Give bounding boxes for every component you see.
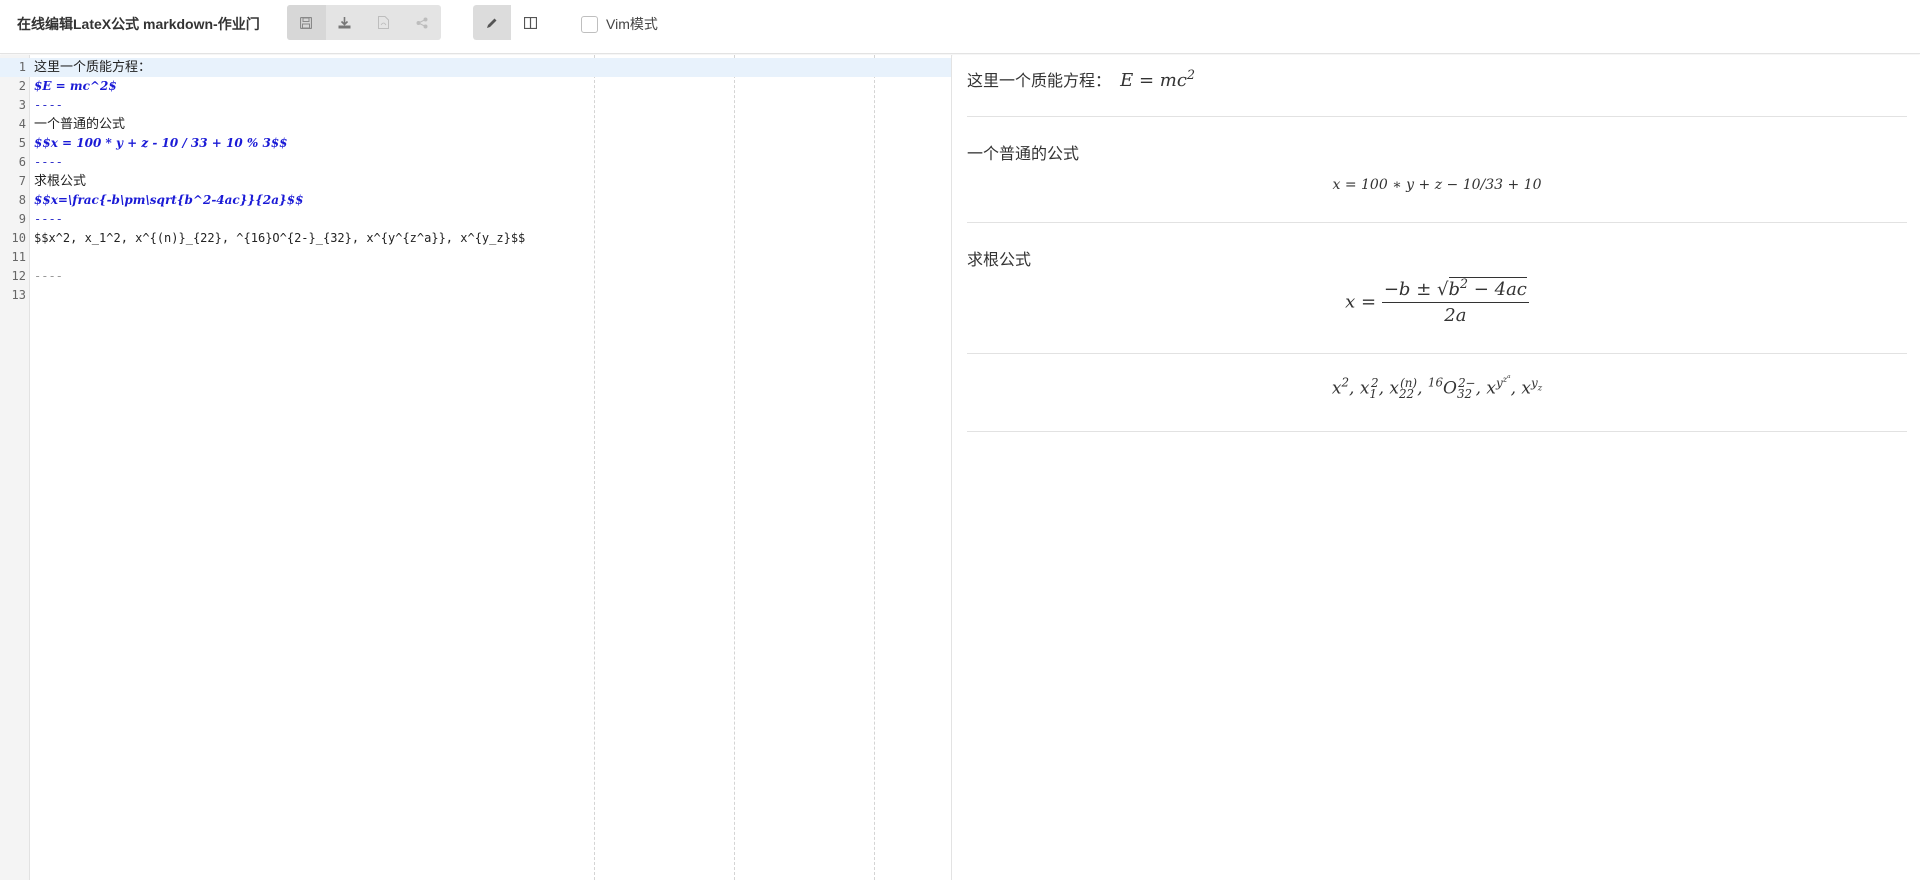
line-number: 11 [11,250,26,264]
line-text: ---- [34,212,63,226]
pdf-file-icon [377,16,389,29]
vim-mode-toggle[interactable]: Vim模式 [581,14,658,34]
line-number: 1 [18,60,26,74]
line-text: ---- [34,98,63,112]
line-number: 7 [18,174,26,188]
editor-line[interactable]: 6 ---- [0,153,951,172]
download-icon [338,16,351,28]
view-mode-group [473,5,549,40]
app-title: 在线编辑LateX公式 markdown-作业门 [17,16,260,32]
math-exponent: 2 [1186,67,1195,82]
preview-heading-formula: 一个普通的公式 [967,144,1080,163]
preview-paragraph-energy: 这里一个质能方程： E = mc2 [967,67,1907,91]
line-text: 求根公式 [34,174,87,189]
display-math-superscripts: x2, x12, x22(n), 16O322−, xyza, xyz [1331,373,1543,401]
line-number: 9 [18,212,26,226]
editor-line[interactable]: 11 [0,248,951,267]
line-number: 13 [11,288,26,302]
vim-mode-checkbox[interactable] [581,15,598,33]
line-text: $$x^2, x_1^2, x^{(n)}_{22}, ^{16}O^{2-}_… [34,231,526,245]
preview-heading-roots: 求根公式 [967,250,1032,269]
line-number: 12 [11,269,26,283]
editor-line[interactable]: 9 ---- [0,210,951,229]
share-icon [416,17,428,28]
editor-line[interactable]: 5 $$x = 100 * y + z - 10 / 33 + 10 % 3$$ [0,134,951,153]
share-button[interactable] [403,5,442,40]
line-number: 4 [18,117,26,131]
split-view-button[interactable] [511,5,549,40]
line-text: 一个普通的公式 [34,117,126,132]
horizontal-rule [967,222,1907,223]
line-text: ---- [34,269,63,283]
horizontal-rule [967,431,1907,432]
markdown-editor[interactable]: 1 这里一个质能方程： 2 $E = mc^2$ 3 ---- 4 一个普通的公… [0,55,952,880]
line-number: 5 [18,136,26,150]
preview-text: 这里一个质能方程： [967,71,1112,90]
edit-mode-button[interactable] [473,5,511,40]
display-math-quadratic: x = −b ± √b2 − 4ac 2a [1345,276,1529,326]
rendered-preview: 这里一个质能方程： E = mc2 一个普通的公式 x = 100 ∗ y + … [953,55,1920,880]
line-text: ---- [34,155,63,169]
line-number: 6 [18,155,26,169]
editor-line[interactable]: 4 一个普通的公式 [0,115,951,134]
horizontal-rule [967,116,1907,117]
file-actions-group [287,5,441,40]
editor-line[interactable]: 7 求根公式 [0,172,951,191]
line-text: $$x = 100 * y + z - 10 / 33 + 10 % 3$$ [34,136,288,150]
line-text: 这里一个质能方程： [34,60,152,75]
editor-line[interactable]: 13 [0,286,951,305]
inline-math-emc2: E = mc2 [1120,67,1195,91]
line-number: 8 [18,193,26,207]
line-number: 10 [11,231,26,245]
editor-line[interactable]: 12 ---- [0,267,951,286]
columns-icon [523,16,537,29]
editor-line[interactable]: 10 $$x^2, x_1^2, x^{(n)}_{22}, ^{16}O^{2… [0,229,951,248]
editor-line[interactable]: 1 这里一个质能方程： [0,58,951,77]
save-icon [300,16,313,29]
vim-mode-label: Vim模式 [606,16,658,32]
download-button[interactable] [326,5,365,40]
line-text: $$x=\frac{-b\pm\sqrt{b^2-4ac}}{2a}$$ [34,193,304,207]
display-math-linear: x = 100 ∗ y + z − 10/33 + 10 [1332,177,1542,193]
export-pdf-button[interactable] [364,5,403,40]
editor-line[interactable]: 8 $$x=\frac{-b\pm\sqrt{b^2-4ac}}{2a}$$ [0,191,951,210]
editor-line[interactable]: 2 $E = mc^2$ [0,77,951,96]
top-toolbar: 在线编辑LateX公式 markdown-作业门 Vim模式 [0,0,1920,54]
line-text: $E = mc^2$ [34,79,117,93]
pencil-icon [487,18,497,28]
save-button[interactable] [287,5,326,40]
horizontal-rule [967,353,1907,354]
math-emc: E = mc [1120,70,1187,91]
editor-line[interactable]: 3 ---- [0,96,951,115]
line-number: 2 [18,79,26,93]
line-number: 3 [18,98,26,112]
